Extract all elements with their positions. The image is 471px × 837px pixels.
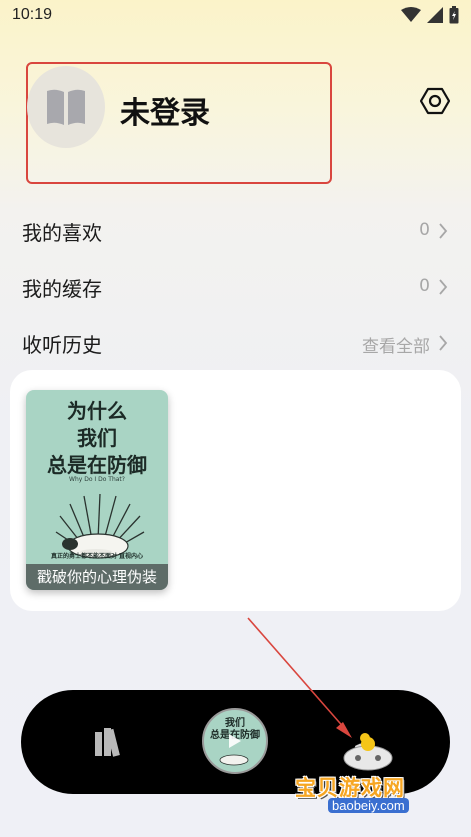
menu-count: 0: [419, 220, 430, 240]
status-icons: [401, 6, 459, 24]
menu-row-favorites[interactable]: 我的喜欢 0: [22, 213, 448, 249]
username-label[interactable]: 未登录: [120, 88, 210, 132]
chevron-right-icon: [439, 223, 448, 239]
status-bar: 10:19: [0, 0, 471, 34]
cover-tagline: 真正的勇士都不能不面对 直视内心: [50, 553, 144, 560]
gear-icon: [419, 87, 451, 115]
play-icon: [219, 734, 249, 766]
menu-label: 收听历史: [22, 333, 102, 357]
menu-label: 我的喜欢: [22, 221, 102, 245]
history-book-cover[interactable]: 为什么 我们 总是在防御 Why Do I Do That? 真正的勇士都不能不…: [26, 390, 168, 590]
cover-title: 为什么 我们 总是在防御: [47, 399, 147, 477]
watermark-url: baobeiy.com: [328, 798, 409, 813]
avatar[interactable]: [27, 66, 105, 148]
menu-row-cache[interactable]: 我的缓存 0: [22, 269, 448, 305]
view-all-link[interactable]: 查看全部: [362, 332, 430, 357]
chevron-right-icon: [439, 279, 448, 295]
cover-caption: 戳破你的心理伪装: [26, 564, 168, 590]
book-icon: [47, 89, 85, 125]
books-icon: [95, 728, 120, 757]
status-time: 10:19: [12, 6, 53, 23]
hedgehog-illustration: [55, 493, 145, 559]
menu-row-history[interactable]: 收听历史 查看全部: [22, 325, 448, 361]
menu-count: 0: [419, 276, 430, 296]
battery-icon: [449, 6, 459, 24]
watermark-logo: 宝贝游戏网 baobeiy.com: [290, 734, 450, 824]
gamepad-logo-icon: [343, 737, 393, 771]
settings-button[interactable]: [419, 86, 451, 116]
cover-subtitle: Why Do I Do That?: [69, 476, 125, 483]
wifi-icon: [401, 7, 421, 22]
menu-label: 我的缓存: [22, 277, 102, 301]
signal-icon: [427, 7, 443, 23]
history-card: 为什么 我们 总是在防御 Why Do I Do That? 真正的勇士都不能不…: [10, 370, 461, 611]
nav-library-button[interactable]: [93, 726, 129, 762]
now-playing-button[interactable]: 我们 总是在防御: [202, 708, 268, 774]
chevron-right-icon: [439, 335, 448, 351]
